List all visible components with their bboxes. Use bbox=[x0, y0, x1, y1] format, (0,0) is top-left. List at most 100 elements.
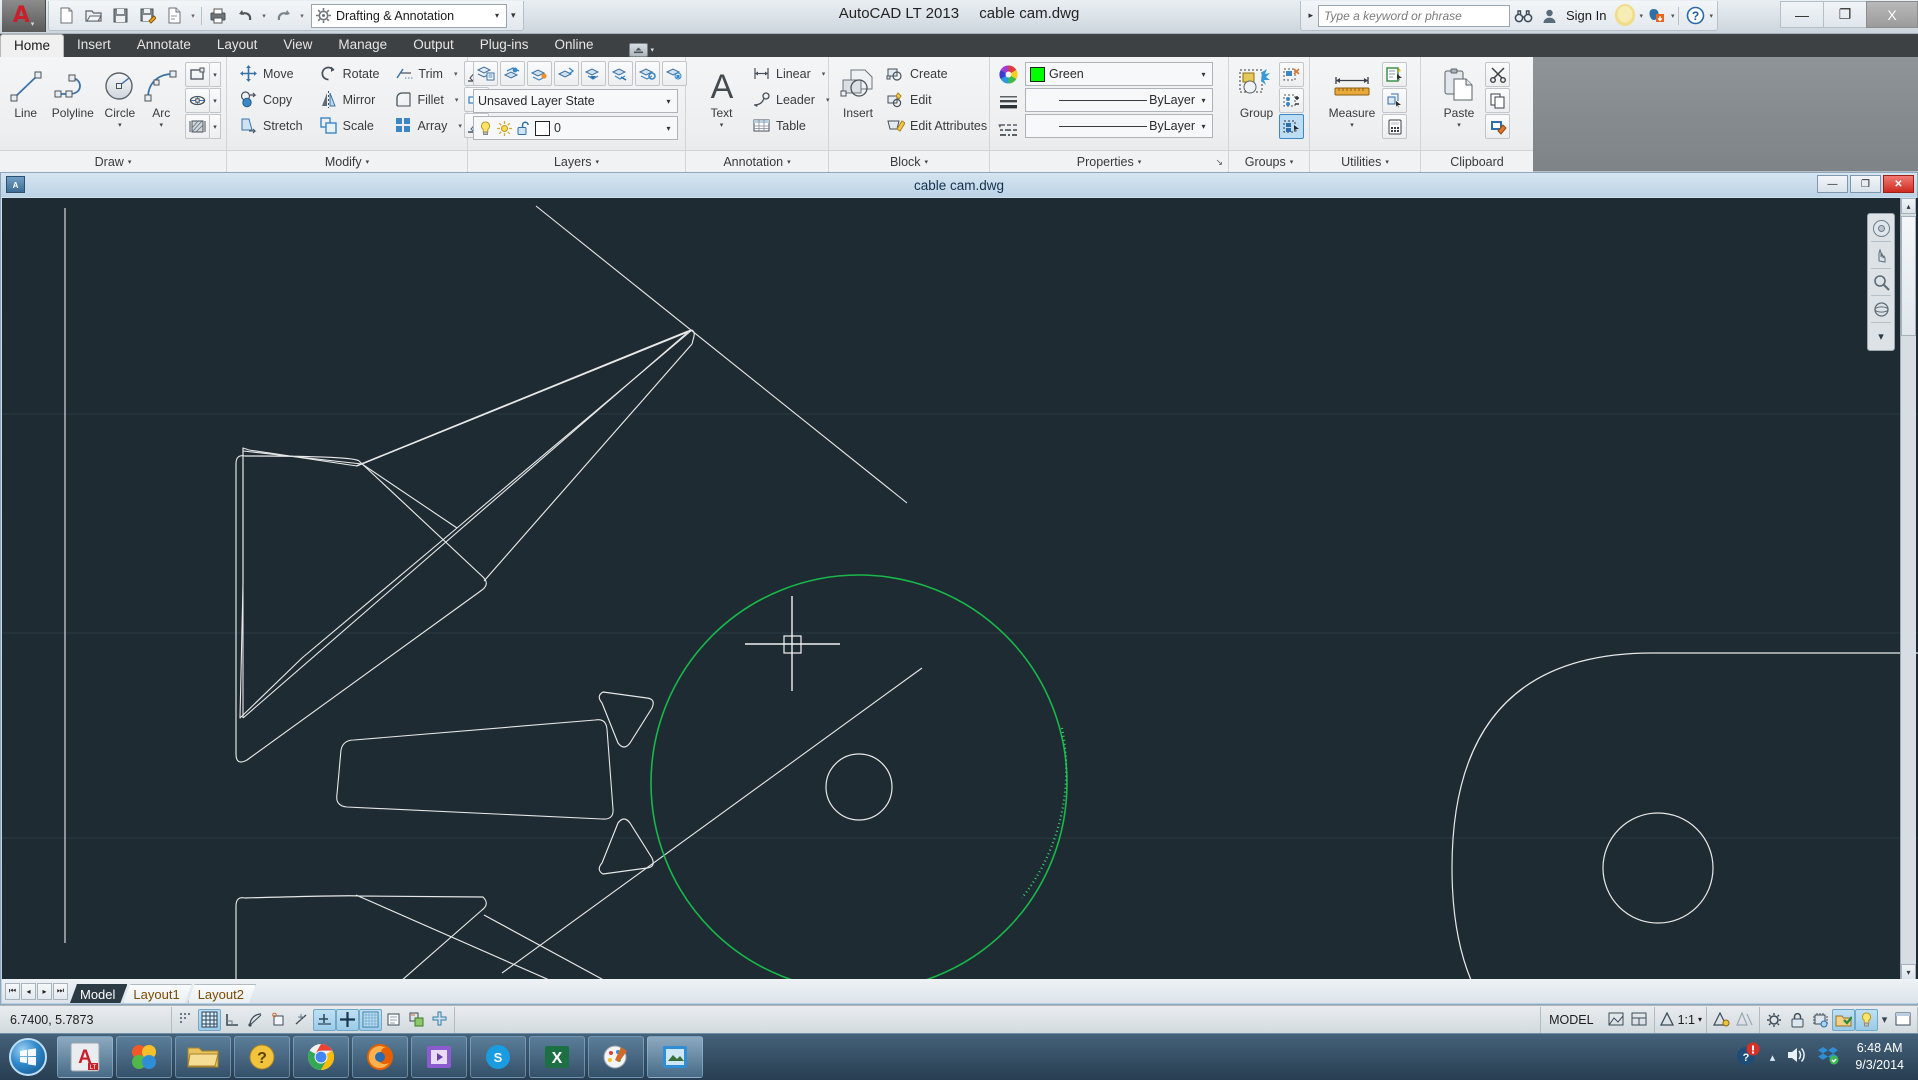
quick-select-icon[interactable] bbox=[1382, 62, 1407, 87]
annotation-visibility-icon[interactable] bbox=[1710, 1009, 1733, 1031]
insert-block-button[interactable]: Insert bbox=[837, 61, 879, 121]
layout-tab-layout2[interactable]: Layout2 bbox=[188, 984, 256, 1003]
chevron-down-icon[interactable]: ▾ bbox=[449, 96, 459, 104]
tab-view[interactable]: View bbox=[270, 34, 325, 57]
hardware-acceleration-icon[interactable] bbox=[1809, 1009, 1832, 1031]
trim-button[interactable]: Trim ▾ bbox=[390, 61, 462, 86]
clean-screen-icon[interactable] bbox=[1891, 1009, 1914, 1031]
chevron-down-icon[interactable]: ▾ bbox=[210, 62, 221, 87]
dynamic-ucs-toggle[interactable] bbox=[313, 1008, 336, 1031]
group-edit-icon[interactable] bbox=[1279, 88, 1304, 113]
panel-title-clipboard[interactable]: Clipboard bbox=[1421, 150, 1533, 172]
lineweight-combo[interactable]: ByLayer ▾ bbox=[1025, 88, 1213, 112]
undo-icon[interactable] bbox=[232, 3, 258, 29]
status-menu-button[interactable]: ▾ bbox=[1878, 1009, 1891, 1031]
space-toggle[interactable]: MODEL bbox=[1540, 1006, 1601, 1033]
circle-button[interactable]: Circle ▾ bbox=[99, 61, 140, 130]
chevron-down-icon[interactable]: ▾ bbox=[160, 121, 164, 129]
scrollbar-thumb[interactable] bbox=[1901, 216, 1916, 336]
redo-icon[interactable] bbox=[270, 3, 296, 29]
taskbar-item-autocad[interactable]: A LT bbox=[57, 1036, 113, 1078]
close-button[interactable]: X bbox=[1866, 1, 1918, 28]
document-close-button[interactable]: ✕ bbox=[1883, 175, 1914, 193]
object-snap-tracking-toggle[interactable] bbox=[290, 1009, 313, 1031]
coordinate-display[interactable]: 6.7400, 5.7873 bbox=[0, 1006, 172, 1033]
match-properties-clipboard-icon[interactable] bbox=[1485, 114, 1510, 139]
viewport-config-icon[interactable] bbox=[1628, 1009, 1651, 1031]
layer-state-combo[interactable]: Unsaved Layer State ▾ bbox=[473, 89, 678, 113]
taskbar-item-paint[interactable] bbox=[588, 1036, 644, 1078]
dynamic-input-toggle[interactable] bbox=[336, 1008, 359, 1031]
app-store-icon[interactable] bbox=[1645, 4, 1669, 28]
start-button[interactable] bbox=[2, 1035, 54, 1079]
layer-state-manager-icon[interactable] bbox=[635, 61, 660, 86]
taskbar-item-excel[interactable]: X bbox=[529, 1036, 585, 1078]
taskbar-clock[interactable]: 6:48 AM 9/3/2014 bbox=[1849, 1040, 1912, 1074]
tab-annotate[interactable]: Annotate bbox=[124, 34, 204, 57]
open-icon[interactable] bbox=[80, 3, 106, 29]
hatch-flyout[interactable]: ▾ bbox=[185, 114, 221, 139]
document-maximize-button[interactable]: ❐ bbox=[1850, 175, 1881, 193]
application-menu-button[interactable]: A ▾ bbox=[2, 0, 46, 32]
create-block-button[interactable]: Create bbox=[881, 61, 1007, 86]
speaker-icon[interactable] bbox=[1785, 1045, 1807, 1070]
open-padlock-icon[interactable] bbox=[516, 121, 531, 136]
group-button[interactable]: Group bbox=[1234, 61, 1279, 121]
cloud-options-dropdown[interactable]: ▾ bbox=[628, 43, 654, 57]
layer-lock-icon[interactable] bbox=[662, 61, 687, 86]
scale-button[interactable]: Scale bbox=[314, 113, 385, 138]
panel-title-modify[interactable]: Modify ▾ bbox=[227, 150, 467, 172]
layer-off-icon[interactable] bbox=[554, 61, 579, 86]
color-wheel-icon[interactable] bbox=[996, 62, 1021, 87]
tab-plug-ins[interactable]: Plug-ins bbox=[467, 34, 542, 57]
chevron-down-icon[interactable]: ▾ bbox=[490, 11, 504, 20]
layer-match-icon[interactable] bbox=[608, 61, 633, 86]
drawing-canvas[interactable]: Y X bbox=[2, 198, 1918, 980]
select-similar-icon[interactable] bbox=[1382, 88, 1407, 113]
table-button[interactable]: Table bbox=[747, 113, 821, 138]
chevron-down-icon[interactable]: ▾ bbox=[1869, 325, 1893, 347]
taskbar-item-chrome[interactable] bbox=[293, 1036, 349, 1078]
ellipse-icon[interactable] bbox=[185, 88, 210, 113]
edit-block-button[interactable]: Edit bbox=[881, 87, 1007, 112]
tab-insert[interactable]: Insert bbox=[64, 34, 124, 57]
scissors-icon[interactable] bbox=[1485, 62, 1510, 87]
user-icon[interactable] bbox=[1538, 4, 1562, 28]
layer-isolate-icon[interactable] bbox=[500, 61, 525, 86]
layout-last-button[interactable]: ⏭ bbox=[53, 982, 68, 1000]
padlock-icon[interactable] bbox=[1786, 1009, 1809, 1031]
save-icon[interactable] bbox=[107, 3, 133, 29]
chevron-down-icon[interactable]: ▾ bbox=[1671, 12, 1675, 20]
infer-constraints-toggle[interactable] bbox=[175, 1009, 198, 1031]
polar-tracking-toggle[interactable] bbox=[244, 1009, 267, 1031]
layer-selector-combo[interactable]: 0 ▾ bbox=[473, 116, 678, 140]
object-snap-toggle[interactable] bbox=[267, 1009, 290, 1031]
tab-home[interactable]: Home bbox=[0, 34, 65, 57]
chevron-down-icon[interactable]: ▾ bbox=[118, 121, 122, 129]
orbit-icon[interactable] bbox=[1869, 298, 1893, 320]
panel-title-layers[interactable]: Layers ▾ bbox=[468, 150, 685, 172]
arc-button[interactable]: Arc ▾ bbox=[141, 61, 182, 130]
panel-title-properties[interactable]: Properties ▾ ↘ bbox=[990, 150, 1228, 172]
layout-prev-button[interactable]: ◂ bbox=[21, 982, 36, 1000]
layout-tab-model[interactable]: Model bbox=[70, 984, 127, 1003]
minimize-button[interactable]: — bbox=[1780, 1, 1823, 28]
plot-preview-icon[interactable] bbox=[161, 3, 187, 29]
taskbar-item-skype[interactable]: S bbox=[470, 1036, 526, 1078]
paste-button[interactable]: Paste ▾ bbox=[1433, 61, 1485, 130]
auto-scale-icon[interactable] bbox=[1733, 1009, 1756, 1031]
chevron-down-icon[interactable]: ▾ bbox=[188, 12, 198, 20]
chevron-down-icon[interactable]: ▾ bbox=[210, 88, 221, 113]
chevron-down-icon[interactable]: ▾ bbox=[816, 70, 826, 78]
action-center-alert-icon[interactable]: ? bbox=[1735, 1042, 1760, 1072]
chevron-down-icon[interactable]: ▾ bbox=[259, 12, 269, 20]
chevron-down-icon[interactable]: ▾ bbox=[1639, 12, 1643, 20]
polyline-button[interactable]: Polyline bbox=[46, 61, 99, 121]
workspace-selector[interactable]: Drafting & Annotation ▾ bbox=[311, 3, 507, 28]
model-viewport-icon[interactable] bbox=[1605, 1009, 1628, 1031]
selection-cycling-toggle[interactable] bbox=[428, 1009, 451, 1031]
tab-output[interactable]: Output bbox=[400, 34, 467, 57]
rotate-button[interactable]: Rotate bbox=[314, 61, 385, 86]
group-selection-on-icon[interactable] bbox=[1279, 114, 1304, 139]
taskbar-item-help[interactable]: ? bbox=[234, 1036, 290, 1078]
